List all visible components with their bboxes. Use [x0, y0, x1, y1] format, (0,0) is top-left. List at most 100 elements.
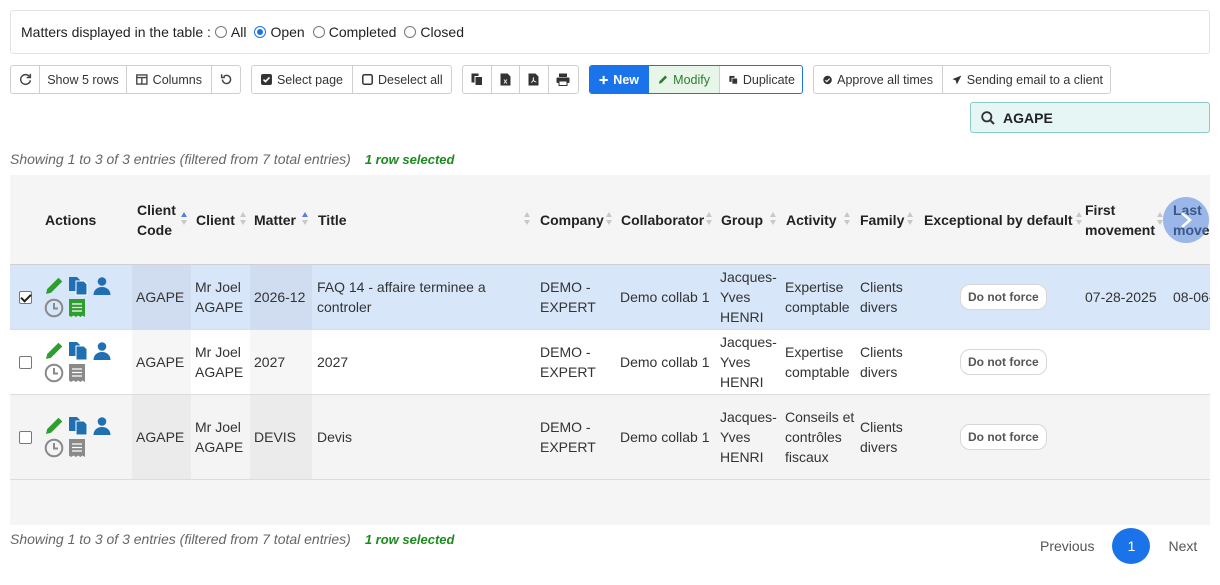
row-checkbox[interactable]	[19, 330, 32, 394]
sort-icon	[606, 212, 612, 226]
receipt-icon[interactable]	[68, 298, 86, 318]
table-row[interactable]: AGAPE Mr Joel AGAPE 2027 2027 DEMO - EXP…	[10, 330, 1210, 395]
radio-open-circle[interactable]	[254, 26, 267, 38]
approve-all-button[interactable]: Approve all times	[814, 66, 943, 93]
radio-closed[interactable]: Closed	[404, 24, 464, 40]
radio-open[interactable]: Open	[254, 24, 305, 40]
clock-icon[interactable]	[44, 438, 64, 458]
show-rows-button[interactable]: Show 5 rows	[40, 66, 127, 93]
new-button[interactable]: New	[590, 66, 649, 93]
duplicate-file-icon[interactable]	[68, 276, 88, 296]
cell-client-code: AGAPE	[132, 395, 191, 479]
refresh-icon	[19, 73, 31, 86]
edit-pencil-icon[interactable]	[44, 416, 64, 436]
excel-export-button[interactable]: x	[492, 66, 521, 93]
client-user-icon[interactable]	[92, 341, 112, 361]
cell-family: Clients divers	[860, 279, 903, 315]
table-header: Actions Client Code Client Matter Title …	[10, 175, 1210, 265]
row-checkbox[interactable]	[19, 265, 32, 329]
header-client-code[interactable]: Client Code	[137, 175, 189, 265]
export-button-group: x	[462, 65, 579, 94]
edit-pencil-icon[interactable]	[44, 276, 64, 296]
receipt-icon[interactable]	[68, 438, 86, 458]
cell-group: Jacques-Yves HENRI	[720, 334, 777, 390]
cell-last-movement	[1173, 330, 1210, 394]
deselect-all-button[interactable]: Deselect all	[353, 66, 451, 93]
checkbox-unchecked[interactable]	[19, 430, 32, 444]
duplicate-button[interactable]: Duplicate	[720, 66, 802, 93]
previous-page-button[interactable]: Previous	[1026, 528, 1108, 564]
cell-matter: 2026-12	[250, 265, 312, 329]
cell-client: Mr Joel AGAPE	[195, 419, 244, 455]
radio-closed-circle[interactable]	[404, 26, 417, 38]
header-company[interactable]: Company	[540, 175, 614, 265]
radio-open-label: Open	[270, 24, 305, 40]
header-collaborator[interactable]: Collaborator	[621, 175, 714, 265]
clock-icon[interactable]	[44, 298, 64, 318]
cell-last-movement	[1173, 395, 1210, 479]
table-row[interactable]: AGAPE Mr Joel AGAPE DEVIS Devis DEMO - E…	[10, 395, 1210, 480]
cell-activity: Expertise comptable	[785, 344, 850, 380]
receipt-icon[interactable]	[68, 363, 86, 383]
columns-icon	[136, 74, 148, 85]
copy-button[interactable]	[463, 66, 492, 93]
sort-icon	[1076, 212, 1082, 226]
header-exceptional[interactable]: Exceptional by default	[924, 175, 1082, 265]
copy-icon	[471, 73, 483, 86]
radio-all[interactable]: All	[214, 24, 246, 40]
print-icon	[556, 73, 570, 86]
select-page-button[interactable]: Select page	[252, 66, 353, 93]
header-group[interactable]: Group	[721, 175, 778, 265]
modify-button[interactable]: Modify	[649, 66, 720, 93]
header-matter[interactable]: Matter	[254, 175, 310, 265]
entries-info-top: Showing 1 to 3 of 3 entries (filtered fr…	[10, 151, 454, 167]
header-client[interactable]: Client	[196, 175, 248, 265]
search-input[interactable]	[1001, 108, 1191, 127]
row-checkbox[interactable]	[19, 395, 32, 479]
page-1-button[interactable]: 1	[1112, 528, 1151, 564]
radio-completed-circle[interactable]	[312, 26, 325, 38]
svg-text:x: x	[503, 79, 507, 86]
send-email-button[interactable]: Sending email to a client	[943, 66, 1110, 93]
approve-all-label: Approve all times	[837, 72, 933, 87]
clock-icon[interactable]	[44, 363, 64, 383]
print-button[interactable]	[549, 66, 578, 93]
reset-button[interactable]	[212, 66, 240, 93]
client-user-icon[interactable]	[92, 276, 112, 296]
header-activity[interactable]: Activity	[786, 175, 852, 265]
radio-completed[interactable]: Completed	[312, 24, 396, 40]
scroll-right-button[interactable]	[1163, 197, 1209, 243]
cell-company: DEMO - EXPERT	[540, 344, 596, 380]
toolbar: Show 5 rows Columns Select page Deselect…	[0, 65, 1220, 95]
pdf-export-button[interactable]	[520, 66, 549, 93]
columns-button[interactable]: Columns	[127, 66, 212, 93]
table-empty-area	[10, 480, 1210, 525]
status-badge: Do not force	[960, 349, 1047, 375]
header-first-movement[interactable]: First movement	[1085, 175, 1165, 265]
header-family[interactable]: Family	[860, 175, 915, 265]
next-page-button[interactable]: Next	[1154, 528, 1211, 564]
client-user-icon[interactable]	[92, 416, 112, 436]
pdf-file-icon	[528, 73, 539, 86]
cell-first-movement: 07-28-2025	[1085, 289, 1157, 305]
checkbox-unchecked[interactable]	[19, 355, 32, 369]
selection-button-group: Select page Deselect all	[251, 65, 452, 94]
checkbox-checked[interactable]	[19, 290, 32, 304]
refresh-button[interactable]	[11, 66, 40, 93]
pencil-icon	[658, 75, 668, 84]
pagination: Previous 1 Next	[1026, 528, 1211, 564]
search-box[interactable]	[970, 102, 1210, 133]
radio-all-circle[interactable]	[214, 26, 227, 38]
view-button-group: Show 5 rows Columns	[10, 65, 241, 94]
search-icon	[981, 110, 995, 125]
duplicate-file-icon[interactable]	[68, 416, 88, 436]
table-row[interactable]: AGAPE Mr Joel AGAPE 2026-12 FAQ 14 - aff…	[10, 265, 1210, 330]
status-badge: Do not force	[960, 284, 1047, 310]
rows-selected-text: 1 row selected	[364, 152, 455, 167]
rows-selected-text: 1 row selected	[364, 532, 455, 547]
edit-pencil-icon[interactable]	[44, 341, 64, 361]
header-title[interactable]: Title	[318, 175, 532, 265]
duplicate-file-icon[interactable]	[68, 341, 88, 361]
cell-collaborator: Demo collab 1	[620, 354, 710, 370]
entries-info-text: Showing 1 to 3 of 3 entries (filtered fr…	[10, 151, 351, 167]
